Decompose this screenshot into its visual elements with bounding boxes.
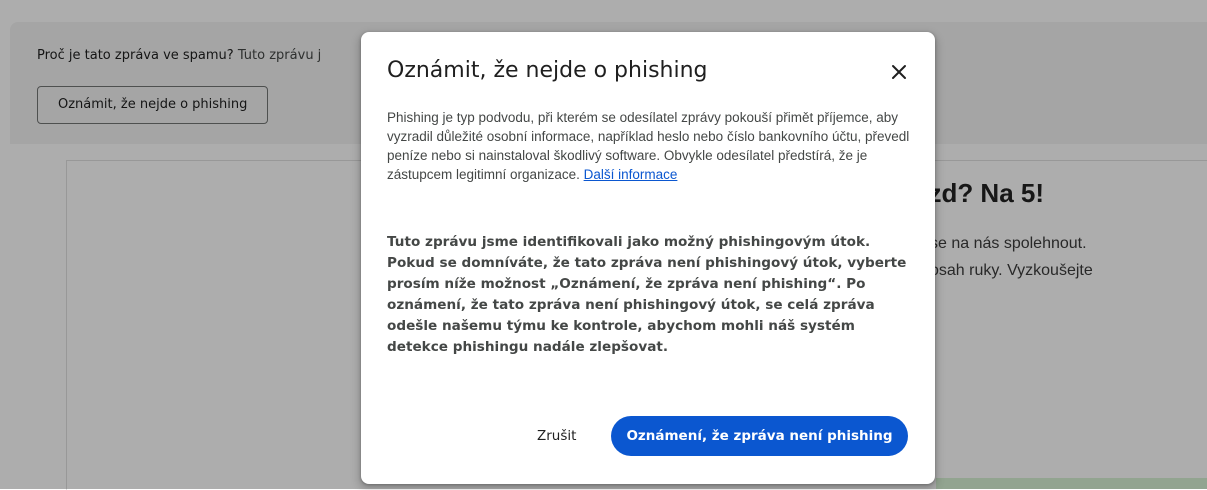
report-not-phishing-dialog: Oznámit, že nejde o phishing Phishing je… — [361, 32, 935, 484]
learn-more-link[interactable]: Další informace — [584, 167, 678, 182]
close-icon — [892, 65, 906, 79]
dialog-title: Oznámit, že nejde o phishing — [387, 58, 708, 83]
dialog-description: Phishing je typ podvodu, při kterém se o… — [387, 108, 912, 184]
confirm-not-phishing-button[interactable]: Oznámení, že zpráva není phishing — [611, 416, 908, 456]
close-button[interactable] — [883, 56, 915, 88]
cancel-button[interactable]: Zrušit — [523, 416, 590, 456]
dialog-warning-text: Tuto zprávu jsme identifikovali jako mož… — [387, 234, 907, 355]
